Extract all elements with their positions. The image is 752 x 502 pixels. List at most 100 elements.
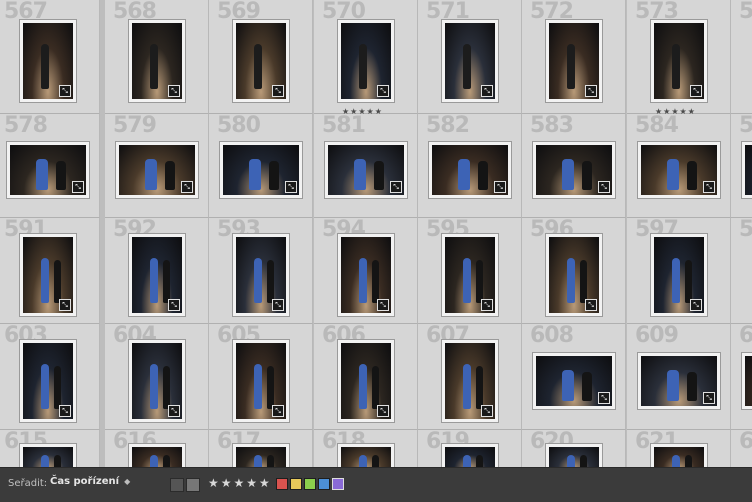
edited-badge-icon[interactable]: ⤡	[481, 405, 493, 417]
grid-cell[interactable]: 603 ⤡	[0, 324, 100, 430]
grid-cell[interactable]: 573 ⤡ ★★★★★	[627, 0, 731, 116]
edited-badge-icon[interactable]: ⤡	[481, 299, 493, 311]
edited-badge-icon[interactable]: ⤡	[181, 181, 193, 193]
photo-thumbnail[interactable]: ⤡	[233, 340, 289, 422]
grid-cell[interactable]: 584 ⤡	[627, 114, 731, 218]
grid-cell[interactable]: 622	[731, 430, 752, 467]
grid-cell[interactable]: 585 ⤡	[731, 114, 752, 218]
photo-thumbnail[interactable]: ⤡	[533, 353, 615, 409]
photo-thumbnail[interactable]: ⤡	[220, 142, 302, 198]
grid-cell[interactable]: 574⤡	[731, 0, 752, 114]
grid-cell[interactable]: 606 ⤡	[314, 324, 418, 430]
edited-badge-icon[interactable]: ⤡	[59, 299, 71, 311]
edited-badge-icon[interactable]: ⤡	[285, 181, 297, 193]
photo-thumbnail[interactable]: ⤡	[20, 234, 76, 316]
rating-filter[interactable]: ★★★★★	[208, 476, 272, 490]
photo-thumbnail[interactable]: ⤡	[338, 340, 394, 422]
grid-cell[interactable]: 570 ⤡ ★★★★★	[314, 0, 418, 116]
color-label-swatch[interactable]	[290, 478, 302, 490]
edited-badge-icon[interactable]: ⤡	[272, 299, 284, 311]
photo-thumbnail[interactable]: ⤡	[442, 340, 498, 422]
grid-cell[interactable]: 615	[0, 430, 100, 467]
photo-thumbnail[interactable]: ⤡	[325, 142, 407, 198]
grid-cell[interactable]: 596 ⤡	[522, 218, 626, 324]
grid-cell[interactable]: 605 ⤡	[209, 324, 313, 430]
grid-cell[interactable]: 581 ⤡	[314, 114, 418, 218]
photo-thumbnail[interactable]	[651, 444, 707, 467]
photo-thumbnail[interactable]: ⤡	[20, 340, 76, 422]
grid-cell[interactable]: 598⤡	[731, 218, 752, 324]
grid-cell[interactable]: 567 ⤡	[0, 0, 100, 114]
photo-thumbnail[interactable]: ⤡	[233, 234, 289, 316]
photo-thumbnail[interactable]: ⤡	[442, 234, 498, 316]
color-label-swatch[interactable]	[276, 478, 288, 490]
edited-badge-icon[interactable]: ⤡	[598, 181, 610, 193]
grid-cell[interactable]: 580 ⤡	[209, 114, 313, 218]
grid-cell[interactable]: 621	[627, 430, 731, 467]
photo-thumbnail[interactable]: ⤡	[338, 20, 394, 102]
grid-cell[interactable]: 609 ⤡	[627, 324, 731, 430]
photo-thumbnail[interactable]: ⤡	[129, 234, 185, 316]
edited-badge-icon[interactable]: ⤡	[272, 85, 284, 97]
photo-thumbnail[interactable]: ⤡	[233, 20, 289, 102]
photo-thumbnail[interactable]: ⤡	[742, 142, 752, 198]
photo-thumbnail[interactable]	[20, 444, 76, 467]
grid-cell[interactable]: 617	[209, 430, 313, 467]
grid-cell[interactable]: 595 ⤡	[418, 218, 522, 324]
edited-badge-icon[interactable]: ⤡	[168, 85, 180, 97]
grid-cell[interactable]: 619	[418, 430, 522, 467]
photo-thumbnail[interactable]: ⤡	[20, 20, 76, 102]
photo-thumbnail[interactable]	[546, 444, 602, 467]
grid-cell[interactable]: 568 ⤡	[105, 0, 209, 114]
edited-badge-icon[interactable]: ⤡	[390, 181, 402, 193]
grid-cell[interactable]: 608 ⤡	[522, 324, 626, 430]
edited-badge-icon[interactable]: ⤡	[481, 85, 493, 97]
photo-thumbnail[interactable]: ⤡	[129, 340, 185, 422]
photo-thumbnail[interactable]: ⤡	[7, 142, 89, 198]
photo-thumbnail[interactable]: ⤡	[546, 234, 602, 316]
photo-thumbnail[interactable]: ⤡	[442, 20, 498, 102]
edited-badge-icon[interactable]: ⤡	[377, 405, 389, 417]
edited-badge-icon[interactable]: ⤡	[585, 85, 597, 97]
photo-thumbnail[interactable]: ⤡	[638, 353, 720, 409]
color-label-swatch[interactable]	[304, 478, 316, 490]
grid-cell[interactable]: 572 ⤡	[522, 0, 626, 114]
edited-badge-icon[interactable]: ⤡	[703, 181, 715, 193]
grid-cell[interactable]: 594 ⤡	[314, 218, 418, 324]
photo-thumbnail[interactable]: ⤡	[638, 142, 720, 198]
grid-cell[interactable]: 583 ⤡	[522, 114, 626, 218]
flag-filter-icon[interactable]	[170, 478, 184, 492]
photo-thumbnail[interactable]: ⤡	[546, 20, 602, 102]
reject-filter-icon[interactable]	[186, 478, 200, 492]
edited-badge-icon[interactable]: ⤡	[377, 299, 389, 311]
grid-cell[interactable]: 579 ⤡	[105, 114, 209, 218]
photo-thumbnail[interactable]	[233, 444, 289, 467]
grid-cell[interactable]: 616	[105, 430, 209, 467]
edited-badge-icon[interactable]: ⤡	[272, 405, 284, 417]
edited-badge-icon[interactable]: ⤡	[585, 299, 597, 311]
photo-thumbnail[interactable]: ⤡	[533, 142, 615, 198]
edited-badge-icon[interactable]: ⤡	[598, 392, 610, 404]
photo-thumbnail[interactable]: ⤡	[651, 234, 707, 316]
grid-cell[interactable]: 578 ⤡	[0, 114, 100, 218]
grid-cell[interactable]: 591 ⤡	[0, 218, 100, 324]
grid-cell[interactable]: 607 ⤡	[418, 324, 522, 430]
photo-thumbnail[interactable]: ⤡	[338, 234, 394, 316]
photo-thumbnail[interactable]: ⤡	[129, 20, 185, 102]
edited-badge-icon[interactable]: ⤡	[72, 181, 84, 193]
grid-cell[interactable]: 571 ⤡	[418, 0, 522, 114]
edited-badge-icon[interactable]: ⤡	[494, 181, 506, 193]
edited-badge-icon[interactable]: ⤡	[703, 392, 715, 404]
photo-thumbnail[interactable]: ⤡	[651, 20, 707, 102]
photo-thumbnail[interactable]	[442, 444, 498, 467]
photo-thumbnail[interactable]	[129, 444, 185, 467]
edited-badge-icon[interactable]: ⤡	[59, 85, 71, 97]
photo-thumbnail[interactable]: ⤡	[742, 353, 752, 409]
grid-cell[interactable]: 597 ⤡	[627, 218, 731, 324]
photo-thumbnail[interactable]: ⤡	[429, 142, 511, 198]
grid-cell[interactable]: 593 ⤡	[209, 218, 313, 324]
grid-cell[interactable]: 569 ⤡	[209, 0, 313, 114]
edited-badge-icon[interactable]: ⤡	[168, 299, 180, 311]
grid-cell[interactable]: 582 ⤡	[418, 114, 522, 218]
grid-cell[interactable]: 618	[314, 430, 418, 467]
